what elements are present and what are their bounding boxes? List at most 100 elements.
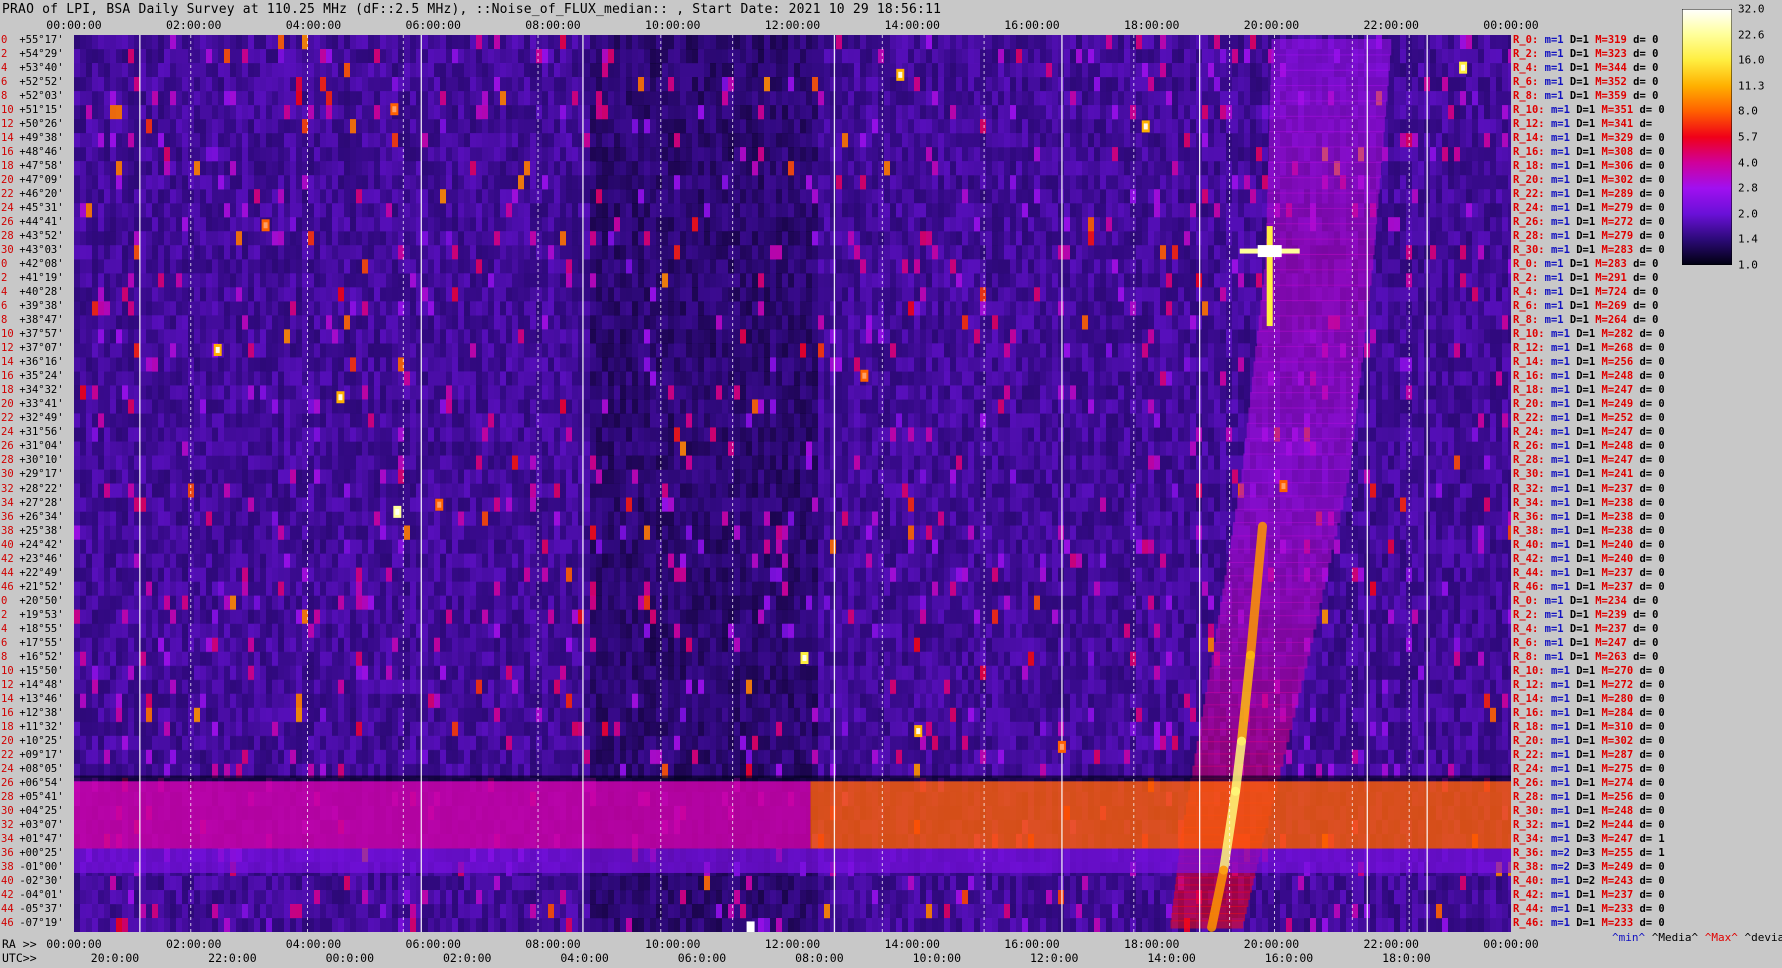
heatmap-cell xyxy=(500,217,506,232)
heatmap-cell xyxy=(464,91,470,106)
heatmap-cell xyxy=(1118,133,1124,148)
heatmap-cell xyxy=(998,91,1004,106)
heatmap-cell xyxy=(1238,161,1244,176)
heatmap-cell xyxy=(704,301,710,316)
heatmap-cell xyxy=(548,175,554,190)
heatmap-cell xyxy=(1490,119,1496,134)
heatmap-cell xyxy=(800,91,806,106)
heatmap-cell xyxy=(1094,203,1100,218)
heatmap-cell xyxy=(218,273,224,288)
heatmap-cell xyxy=(1088,119,1094,134)
heatmap-cell xyxy=(530,147,536,162)
heatmap-cell xyxy=(1160,161,1166,176)
declination-value: +51°15' xyxy=(19,104,64,117)
heatmap-cell xyxy=(614,259,620,274)
heatmap-cell xyxy=(644,105,650,120)
heatmap-cell xyxy=(1148,217,1154,232)
heatmap-cell xyxy=(1472,119,1478,134)
heatmap-cell xyxy=(680,35,686,50)
heatmap-cell xyxy=(890,259,896,274)
heatmap-cell xyxy=(248,217,254,232)
heatmap-cell xyxy=(644,259,650,274)
heatmap-cell xyxy=(704,203,710,218)
heatmap-cell xyxy=(896,119,902,134)
heatmap-cell xyxy=(1388,161,1394,176)
heatmap-cell xyxy=(806,105,812,120)
heatmap-cell xyxy=(1370,301,1376,316)
heatmap-cell xyxy=(128,119,134,134)
heatmap-cell xyxy=(722,217,728,232)
heatmap-cell xyxy=(614,189,620,204)
heatmap-cell xyxy=(770,259,776,274)
heatmap-cell xyxy=(1016,189,1022,204)
top-axis-tick-label: 02:00:00 xyxy=(166,18,222,32)
heatmap-cell xyxy=(944,287,950,302)
heatmap-cell xyxy=(734,259,740,274)
heatmap-cell xyxy=(452,161,458,176)
heatmap-cell xyxy=(944,133,950,148)
heatmap-cell xyxy=(590,77,596,92)
heatmap-cell xyxy=(104,287,110,302)
heatmap-cell xyxy=(524,287,530,302)
heatmap-cell xyxy=(1190,203,1196,218)
heatmap-cell xyxy=(914,77,920,92)
declination-row-label: 10 +15°50' xyxy=(1,665,64,676)
heatmap-cell xyxy=(890,245,896,260)
declination-value: +12°38' xyxy=(19,706,64,719)
heatmap-cell xyxy=(500,63,506,78)
beam-index: 4 xyxy=(1,62,8,75)
heatmap-cell xyxy=(1082,133,1088,148)
heatmap-cell xyxy=(710,217,716,232)
heatmap-cell xyxy=(248,301,254,316)
heatmap-cell xyxy=(344,119,350,134)
heatmap-cell xyxy=(1118,217,1124,232)
heatmap-cell xyxy=(968,161,974,176)
heatmap-cell xyxy=(902,133,908,148)
heatmap-cell xyxy=(698,231,704,246)
heatmap-cell xyxy=(1004,189,1010,204)
heatmap-cell xyxy=(638,189,644,204)
heatmap-cell xyxy=(944,301,950,316)
heatmap-cell xyxy=(1484,259,1490,274)
heatmap-cell xyxy=(686,133,692,148)
heatmap-cell xyxy=(1106,133,1112,148)
heatmap-cell xyxy=(224,189,230,204)
heatmap-cell xyxy=(824,119,830,134)
heatmap-cell xyxy=(548,203,554,218)
heatmap-cell xyxy=(914,259,920,274)
declination-row-label: 34 +01°47' xyxy=(1,834,64,845)
heatmap-cell xyxy=(872,91,878,106)
heatmap-cell xyxy=(1172,77,1178,92)
heatmap-cell xyxy=(1184,119,1190,134)
heatmap-cell xyxy=(752,259,758,274)
heatmap-cell xyxy=(668,91,674,106)
beam-index: 8 xyxy=(1,314,8,327)
beam-index: 30 xyxy=(1,804,14,817)
heatmap-cell xyxy=(182,259,188,274)
heatmap-cell xyxy=(98,259,104,274)
declination-row-label: 28 +30°10' xyxy=(1,455,64,466)
heatmap-cell xyxy=(338,35,344,50)
heatmap-cell xyxy=(218,49,224,64)
heatmap-cell xyxy=(116,189,122,204)
heatmap-cell xyxy=(692,119,698,134)
heatmap-cell xyxy=(872,105,878,120)
heatmap-cell xyxy=(350,161,356,176)
heatmap-cell xyxy=(764,35,770,50)
declination-row-label: 30 +29°17' xyxy=(1,469,64,480)
heatmap-cell xyxy=(1238,49,1244,64)
heatmap-cell xyxy=(1472,287,1478,302)
heatmap-cell xyxy=(362,301,368,316)
heatmap-cell xyxy=(344,203,350,218)
heatmap-cell xyxy=(824,259,830,274)
heatmap-cell xyxy=(140,63,146,78)
heatmap-cell xyxy=(518,273,524,288)
heatmap-cell xyxy=(932,35,938,50)
heatmap-cell xyxy=(698,259,704,274)
heatmap-cell xyxy=(1088,133,1094,148)
heatmap-cell xyxy=(644,119,650,134)
heatmap-cell xyxy=(692,301,698,316)
heatmap-cell xyxy=(1502,273,1508,288)
heatmap-cell xyxy=(152,189,158,204)
heatmap-cell xyxy=(980,231,986,246)
